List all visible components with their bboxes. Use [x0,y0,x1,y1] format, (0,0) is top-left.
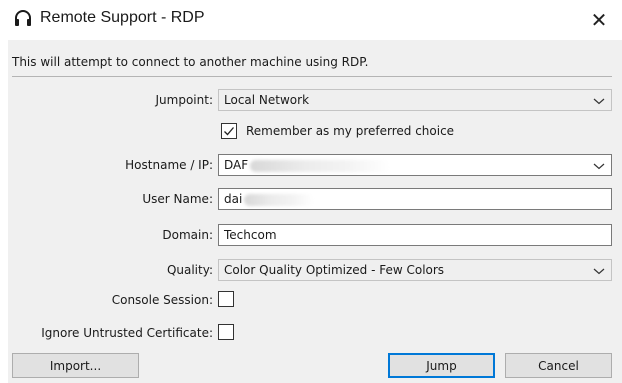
hostname-combobox[interactable]: DAF [218,154,612,176]
window-title: Remote Support - RDP [40,9,205,26]
ignore-cert-label: Ignore Untrusted Certificate: [41,326,213,340]
headset-icon [13,9,33,29]
jumpoint-value: Local Network [224,93,310,107]
checkmark-icon [224,127,234,136]
console-session-label: Console Session: [111,293,213,307]
quality-dropdown[interactable]: Color Quality Optimized - Few Colors [218,259,612,281]
domain-value: Techcom [224,228,277,242]
chevron-down-icon [593,95,605,105]
ignore-cert-checkbox[interactable] [218,324,234,340]
separator [12,76,612,77]
close-icon: ✕ [590,8,608,32]
domain-label: Domain: [162,228,213,242]
close-button[interactable]: ✕ [576,0,622,40]
import-button[interactable]: Import... [12,353,139,378]
chevron-down-icon [593,265,605,275]
remote-support-window: Remote Support - RDP ✕ This will attempt… [0,0,622,383]
quality-label: Quality: [166,263,213,277]
console-session-checkbox[interactable] [218,291,234,307]
cancel-button[interactable]: Cancel [505,353,612,378]
hostname-label: Hostname / IP: [125,158,213,172]
jumpoint-label: Jumpoint: [155,93,213,107]
redacted-text [250,159,391,172]
redacted-text [244,193,315,206]
chevron-down-icon [593,160,605,170]
username-label: User Name: [142,192,213,206]
title-bar[interactable]: Remote Support - RDP ✕ [0,0,622,40]
domain-input[interactable]: Techcom [218,224,612,246]
remember-label[interactable]: Remember as my preferred choice [246,124,454,138]
hostname-value: DAF [224,158,249,172]
jump-button[interactable]: Jump [388,353,495,378]
username-input[interactable]: dai [218,188,612,210]
username-value: dai [224,192,243,206]
quality-value: Color Quality Optimized - Few Colors [224,263,445,277]
jumpoint-dropdown[interactable]: Local Network [218,89,612,111]
info-text: This will attempt to connect to another … [12,55,369,69]
remember-checkbox[interactable] [221,123,237,139]
